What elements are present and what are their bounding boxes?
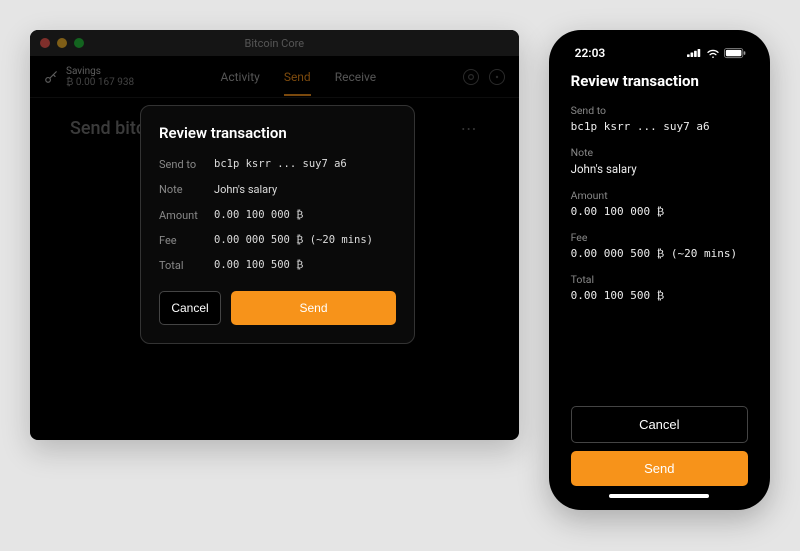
ph-row-amount: Amount 0.00 100 000 ₿ (571, 189, 748, 218)
cellular-icon (687, 48, 702, 58)
wallet-selector[interactable]: Savings ₿ 0.00 167 938 (44, 66, 134, 88)
settings-icon[interactable] (489, 69, 505, 85)
send-button[interactable]: Send (231, 291, 396, 325)
modal-title: Review transaction (159, 124, 396, 142)
wifi-icon (706, 48, 720, 58)
mobile-device: 22:03 (549, 30, 770, 510)
toolbar-right (463, 69, 505, 85)
cancel-button[interactable]: Cancel (159, 291, 221, 325)
status-indicators (687, 48, 746, 59)
ph-label-total: Total (571, 273, 748, 286)
modal-buttons: Cancel Send (159, 291, 396, 325)
tab-activity[interactable]: Activity (221, 58, 260, 96)
status-bar: 22:03 (557, 38, 762, 68)
row-amount: Amount 0.00 100 000 ₿ (159, 209, 396, 223)
row-send-to: Send to bc1p ksrr ... suy7 a6 (159, 158, 396, 172)
row-total: Total 0.00 100 500 ₿ (159, 259, 396, 273)
wallet-name: Savings (66, 66, 134, 77)
traffic-lights (40, 38, 84, 48)
ph-row-note: Note John's salary (571, 146, 748, 176)
home-indicator[interactable] (609, 494, 709, 498)
ph-label-amount: Amount (571, 189, 748, 202)
desktop-window: Bitcoin Core Savings ₿ 0.00 167 938 Acti… (30, 30, 519, 440)
value-fee: 0.00 000 500 ₿ (~20 mins) (214, 234, 373, 248)
window-title: Bitcoin Core (30, 37, 519, 50)
label-note: Note (159, 183, 214, 197)
maximize-icon[interactable] (74, 38, 84, 48)
value-total: 0.00 100 500 ₿ (214, 259, 303, 273)
phone-send-button[interactable]: Send (571, 451, 748, 486)
ph-label-fee: Fee (571, 231, 748, 244)
ph-row-send-to: Send to bc1p ksrr ... suy7 a6 (571, 104, 748, 133)
battery-icon (724, 48, 746, 59)
label-send-to: Send to (159, 158, 214, 172)
tab-send[interactable]: Send (284, 58, 311, 96)
phone-content: Review transaction Send to bc1p ksrr ...… (557, 68, 762, 406)
top-toolbar: Savings ₿ 0.00 167 938 Activity Send Rec… (30, 56, 519, 98)
status-time: 22:03 (575, 46, 606, 60)
value-note: John's salary (214, 183, 277, 197)
label-fee: Fee (159, 234, 214, 248)
key-icon (44, 70, 58, 84)
row-fee: Fee 0.00 000 500 ₿ (~20 mins) (159, 234, 396, 248)
value-send-to: bc1p ksrr ... suy7 a6 (214, 158, 347, 172)
ph-label-send-to: Send to (571, 104, 748, 117)
page-menu-button[interactable]: ⋯ (461, 119, 479, 138)
ph-value-fee: 0.00 000 500 ₿ (~20 mins) (571, 247, 748, 260)
phone-title: Review transaction (571, 72, 748, 90)
titlebar: Bitcoin Core (30, 30, 519, 56)
row-note: Note John's salary (159, 183, 396, 197)
phone-buttons: Cancel Send (557, 406, 762, 494)
ph-value-send-to: bc1p ksrr ... suy7 a6 (571, 120, 748, 133)
ph-value-total: 0.00 100 500 ₿ (571, 289, 748, 302)
label-total: Total (159, 259, 214, 273)
ph-row-total: Total 0.00 100 500 ₿ (571, 273, 748, 302)
tab-receive[interactable]: Receive (335, 58, 376, 96)
close-icon[interactable] (40, 38, 50, 48)
minimize-icon[interactable] (57, 38, 67, 48)
ph-value-note: John's salary (571, 162, 748, 176)
ph-label-note: Note (571, 146, 748, 159)
nav-tabs: Activity Send Receive (134, 58, 463, 96)
phone-cancel-button[interactable]: Cancel (571, 406, 748, 443)
review-transaction-modal: Review transaction Send to bc1p ksrr ...… (140, 105, 415, 344)
ph-row-fee: Fee 0.00 000 500 ₿ (~20 mins) (571, 231, 748, 260)
label-amount: Amount (159, 209, 214, 223)
wallet-balance: ₿ 0.00 167 938 (66, 77, 134, 88)
ph-value-amount: 0.00 100 000 ₿ (571, 205, 748, 218)
sync-icon[interactable] (463, 69, 479, 85)
value-amount: 0.00 100 000 ₿ (214, 209, 303, 223)
